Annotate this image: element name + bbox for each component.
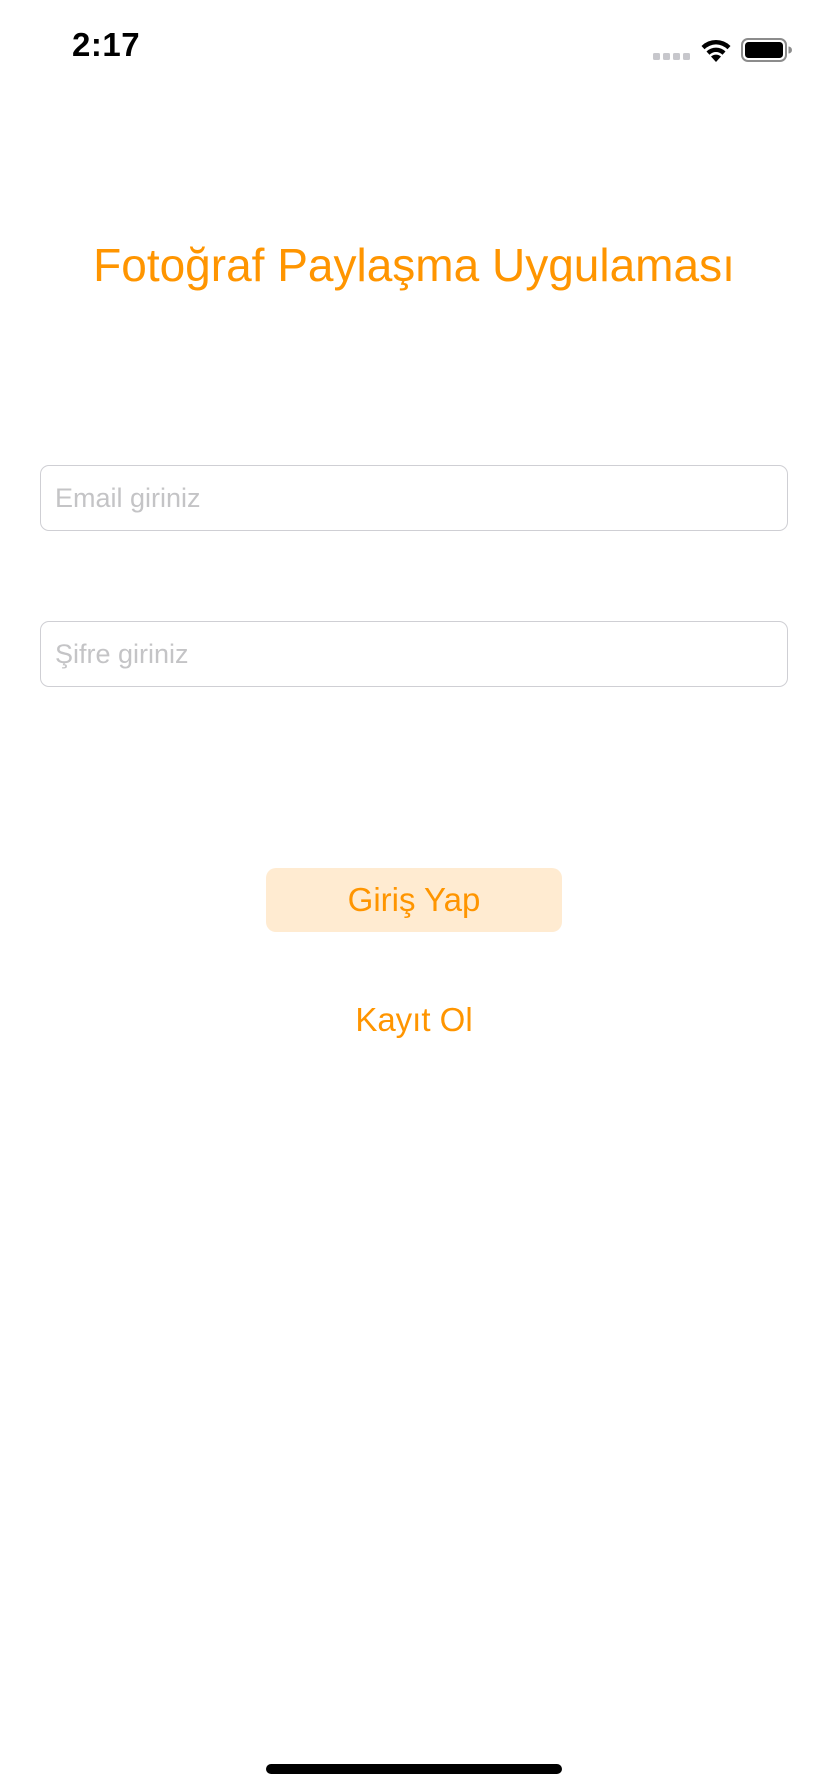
battery-icon bbox=[741, 38, 792, 62]
cellular-signal-icon bbox=[653, 53, 690, 60]
email-input[interactable] bbox=[40, 465, 788, 531]
login-button[interactable]: Giriş Yap bbox=[266, 868, 562, 932]
status-time: 2:17 bbox=[72, 26, 141, 63]
home-indicator[interactable] bbox=[266, 1764, 562, 1774]
password-input[interactable] bbox=[40, 621, 788, 687]
login-screen: 2:17 Fotoğraf Paylaşma Uygulaması Giriş … bbox=[0, 0, 828, 1792]
wifi-icon bbox=[701, 39, 731, 62]
register-button[interactable]: Kayıt Ol bbox=[314, 995, 514, 1045]
app-title: Fotoğraf Paylaşma Uygulaması bbox=[93, 239, 735, 291]
